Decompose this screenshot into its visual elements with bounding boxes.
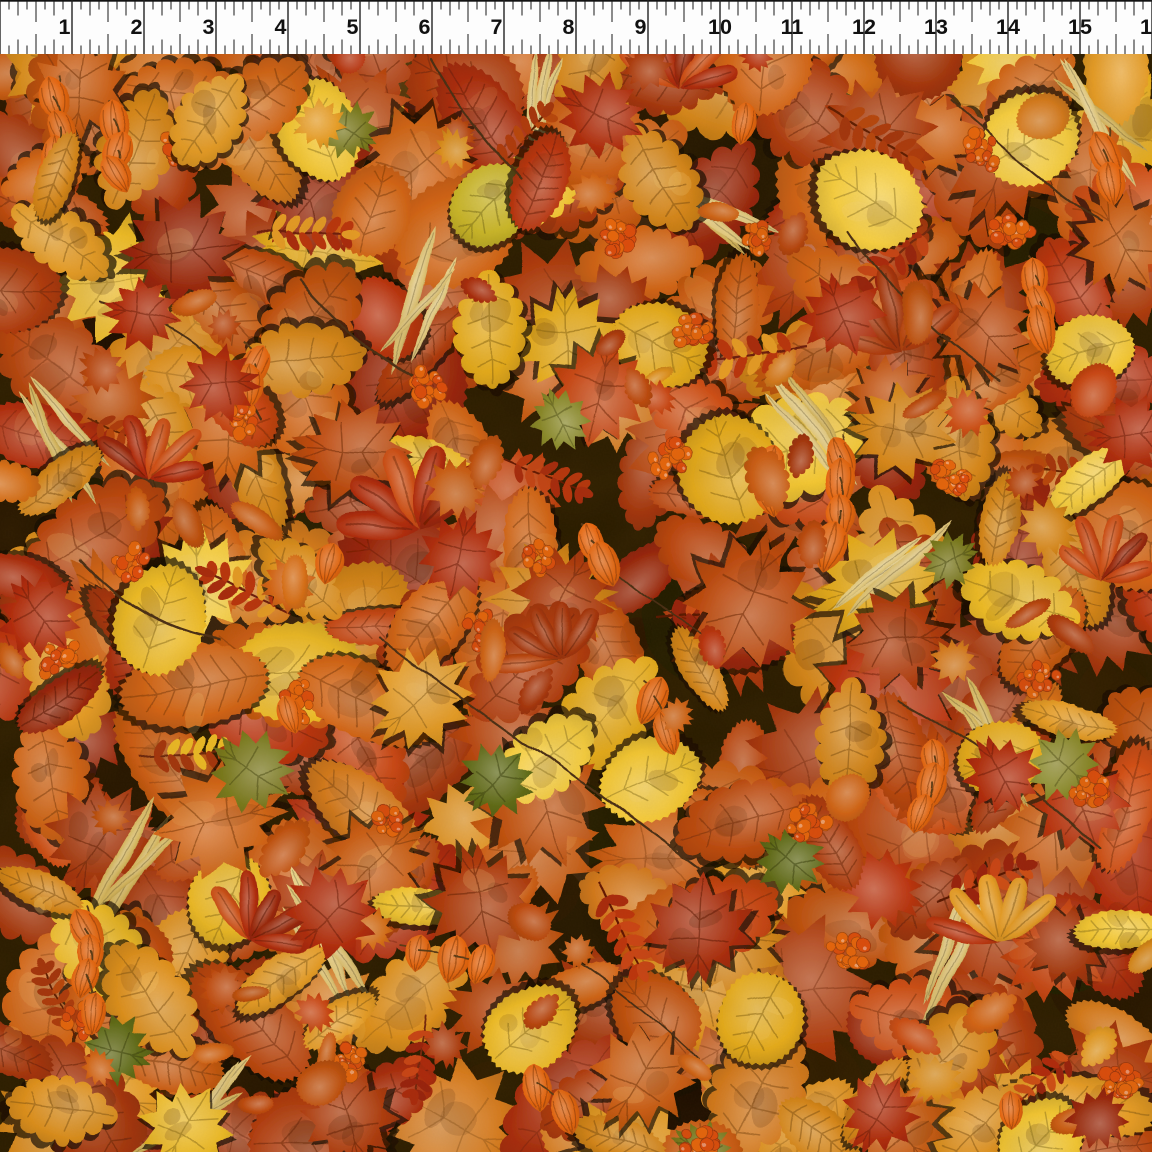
svg-text:4: 4 bbox=[275, 15, 287, 39]
svg-text:12: 12 bbox=[852, 15, 876, 39]
svg-text:7: 7 bbox=[491, 15, 503, 39]
svg-text:10: 10 bbox=[708, 15, 732, 39]
svg-text:11: 11 bbox=[781, 15, 804, 39]
svg-text:9: 9 bbox=[635, 15, 647, 39]
svg-text:2: 2 bbox=[131, 15, 143, 39]
svg-text:1: 1 bbox=[59, 15, 71, 39]
svg-text:13: 13 bbox=[924, 15, 948, 39]
svg-text:6: 6 bbox=[419, 15, 431, 39]
svg-text:5: 5 bbox=[347, 15, 359, 39]
svg-text:16: 16 bbox=[1140, 15, 1152, 39]
svg-text:3: 3 bbox=[203, 15, 215, 39]
svg-text:14: 14 bbox=[996, 15, 1020, 39]
svg-text:15: 15 bbox=[1068, 15, 1092, 39]
svg-text:8: 8 bbox=[563, 15, 575, 39]
